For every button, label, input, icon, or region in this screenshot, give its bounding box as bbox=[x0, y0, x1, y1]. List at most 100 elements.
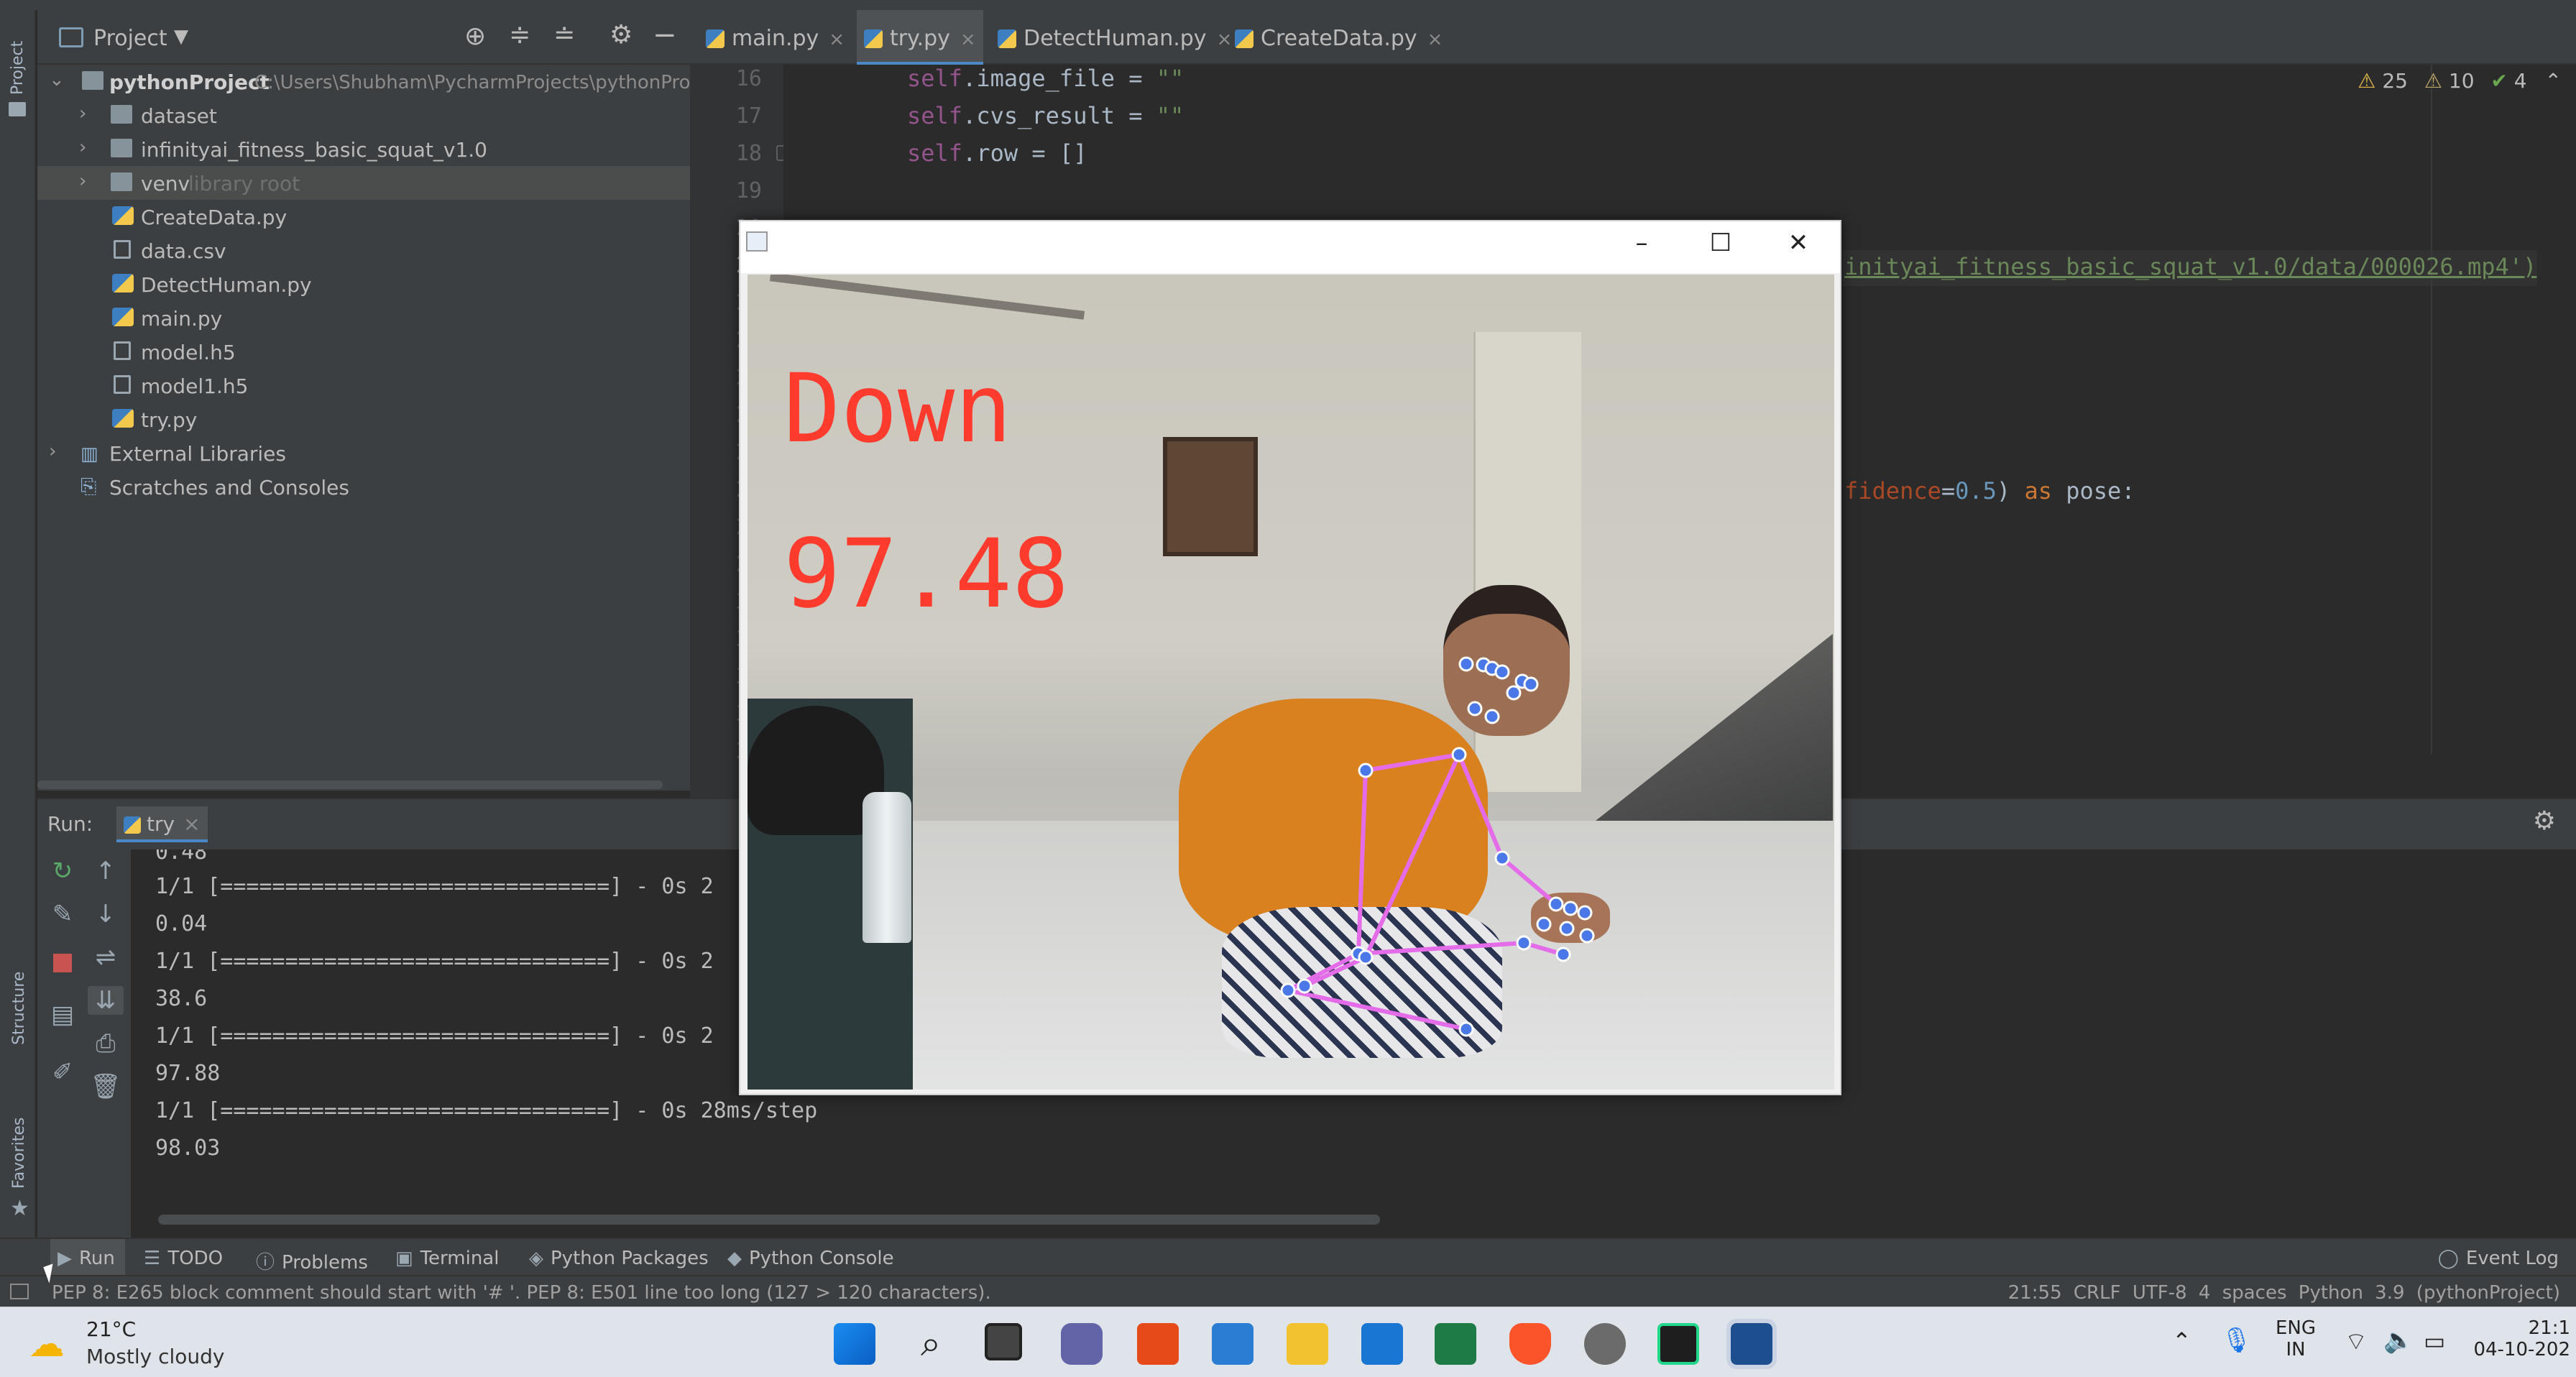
control-panel-icon[interactable] bbox=[1212, 1323, 1254, 1365]
chevron-down-icon[interactable]: ⌄ bbox=[49, 69, 65, 91]
close-icon[interactable]: × bbox=[1217, 29, 1233, 50]
tab-main-py[interactable]: main.py × bbox=[706, 10, 845, 65]
chevron-up-icon[interactable]: ⌃ bbox=[2172, 1327, 2191, 1355]
chevron-right-icon[interactable]: › bbox=[79, 137, 86, 158]
microphone-icon[interactable]: 🎙 bbox=[2221, 1326, 2252, 1355]
tool-tab-run[interactable]: ▶ Run bbox=[50, 1239, 125, 1276]
close-icon[interactable]: × bbox=[1427, 29, 1443, 50]
tool-tab-python-console[interactable]: ◆ Python Console bbox=[727, 1239, 894, 1276]
console-horizontal-scrollbar[interactable] bbox=[158, 1215, 1380, 1225]
collapse-all-icon[interactable]: ≐ bbox=[553, 20, 575, 50]
tree-item-external-libraries[interactable]: › ▥ External Libraries bbox=[37, 436, 690, 470]
project-tool-tab[interactable]: Project bbox=[9, 41, 27, 95]
run-tab-try[interactable]: try × bbox=[116, 806, 208, 842]
scroll-to-end-icon[interactable]: ⇊ bbox=[88, 986, 124, 1015]
chevron-down-icon[interactable]: ▼ bbox=[174, 26, 188, 47]
tool-tab-python-packages[interactable]: ◈ Python Packages bbox=[529, 1239, 709, 1276]
weather-temperature[interactable]: 21°C bbox=[86, 1317, 136, 1341]
tree-item-scratches[interactable]: ⎘ Scratches and Consoles bbox=[37, 470, 690, 504]
chevron-right-icon[interactable]: › bbox=[79, 170, 86, 192]
close-icon[interactable]: × bbox=[183, 812, 200, 836]
tree-item-data-csv[interactable]: data.csv bbox=[37, 234, 690, 267]
wifi-icon[interactable]: ⌔ bbox=[2345, 1326, 2368, 1357]
start-button[interactable] bbox=[834, 1323, 875, 1365]
layout-icon[interactable]: ▤ bbox=[45, 1000, 80, 1029]
file-explorer-icon[interactable] bbox=[1287, 1323, 1328, 1365]
pin-icon[interactable]: ✐ bbox=[45, 1058, 80, 1087]
tree-item-venv[interactable]: › venv library root bbox=[37, 166, 690, 200]
volume-icon[interactable]: 🔈 bbox=[2383, 1326, 2414, 1355]
expand-all-icon[interactable]: ≑ bbox=[509, 20, 530, 50]
locate-icon[interactable]: ⊕ bbox=[464, 22, 486, 51]
pycharm-icon[interactable] bbox=[1657, 1323, 1699, 1365]
inspection-widget[interactable]: ⚠ 25 ⚠ 10 ✔ 4 ⌃ bbox=[2358, 69, 2562, 93]
python-app-icon[interactable] bbox=[1726, 1319, 1777, 1369]
wrench-icon[interactable]: ✎ bbox=[45, 900, 80, 929]
line-separator[interactable]: CRLF bbox=[2074, 1282, 2121, 1304]
opencv-window[interactable]: – ☐ ✕ Down 97.48 bbox=[739, 220, 1841, 1095]
status-message[interactable]: PEP 8: E265 block comment should start w… bbox=[52, 1282, 991, 1304]
tree-item-model1[interactable]: model1.h5 bbox=[37, 369, 690, 402]
caret-position[interactable]: 21:55 bbox=[2008, 1282, 2062, 1304]
search-icon[interactable]: ⌕ bbox=[910, 1323, 952, 1365]
skeleton-bone bbox=[1501, 856, 1558, 906]
python-interpreter[interactable]: Python 3.9 (pythonProject) bbox=[2299, 1282, 2560, 1304]
opencv-titlebar[interactable]: – ☐ ✕ bbox=[740, 221, 1840, 273]
project-panel-title[interactable]: Project bbox=[93, 26, 167, 51]
tree-item-main[interactable]: main.py bbox=[37, 301, 690, 335]
tree-item-try[interactable]: try.py bbox=[37, 402, 690, 436]
arrow-down-icon[interactable]: ↓ bbox=[88, 900, 124, 929]
teams-chat-icon[interactable] bbox=[1061, 1323, 1103, 1365]
arrow-up-icon[interactable]: ↑ bbox=[88, 857, 124, 885]
gear-icon[interactable]: ⚙ bbox=[2533, 806, 2556, 836]
minimize-button[interactable]: – bbox=[1620, 229, 1663, 266]
chevron-right-icon[interactable]: › bbox=[49, 441, 56, 462]
brave-browser-icon[interactable] bbox=[1509, 1323, 1551, 1365]
close-icon[interactable]: × bbox=[960, 29, 976, 50]
trash-icon[interactable]: 🗑 bbox=[88, 1072, 124, 1101]
structure-tool-tab[interactable]: Structure bbox=[10, 972, 28, 1045]
hide-panel-icon[interactable]: − bbox=[653, 19, 677, 52]
tab-try-py[interactable]: try.py × bbox=[857, 10, 983, 65]
tool-tab-todo[interactable]: ☰ TODO bbox=[144, 1239, 223, 1276]
stop-icon[interactable] bbox=[45, 950, 80, 979]
favorites-star-icon[interactable]: ★ bbox=[10, 1196, 29, 1221]
tree-item-createdata[interactable]: CreateData.py bbox=[37, 200, 690, 234]
print-icon[interactable]: ⎙ bbox=[88, 1029, 124, 1058]
tool-tab-problems[interactable]: ⓘ Problems bbox=[256, 1239, 368, 1276]
project-tool-icon[interactable] bbox=[9, 102, 26, 116]
tab-createdata-py[interactable]: CreateData.py × bbox=[1235, 10, 1443, 65]
rerun-icon[interactable]: ↻ bbox=[45, 857, 80, 885]
settings-gear-icon[interactable] bbox=[1584, 1323, 1626, 1365]
tab-detecthuman-py[interactable]: DetectHuman.py × bbox=[998, 10, 1232, 65]
task-view-icon[interactable] bbox=[985, 1323, 1022, 1360]
maximize-button[interactable]: ☐ bbox=[1699, 229, 1742, 266]
indent-setting[interactable]: 4 spaces bbox=[2199, 1282, 2287, 1304]
soft-wrap-icon[interactable]: ⇌ bbox=[88, 943, 124, 972]
office-icon[interactable] bbox=[1137, 1323, 1179, 1365]
weather-icon[interactable]: ☁ bbox=[29, 1323, 65, 1365]
tool-tab-terminal[interactable]: ▣ Terminal bbox=[395, 1239, 499, 1276]
file-encoding[interactable]: UTF-8 bbox=[2133, 1282, 2187, 1304]
pose-landmark bbox=[1523, 676, 1539, 692]
close-icon[interactable]: × bbox=[829, 29, 845, 50]
tree-item-detecthuman[interactable]: DetectHuman.py bbox=[37, 267, 690, 301]
clock[interactable]: 21:1 04-10-202 bbox=[2473, 1317, 2570, 1360]
event-log-button[interactable]: ◯ Event Log bbox=[2438, 1239, 2559, 1276]
chevron-right-icon[interactable]: › bbox=[79, 103, 86, 124]
tree-item-infinityai[interactable]: › infinityai_fitness_basic_squat_v1.0 bbox=[37, 132, 690, 166]
close-button[interactable]: ✕ bbox=[1777, 229, 1820, 266]
battery-icon[interactable]: ▭ bbox=[2424, 1327, 2445, 1355]
excel-icon[interactable] bbox=[1435, 1323, 1476, 1365]
toggle-tool-windows-icon[interactable] bbox=[10, 1284, 29, 1299]
tree-item-model[interactable]: model.h5 bbox=[37, 335, 690, 369]
tree-item-dataset[interactable]: › dataset bbox=[37, 98, 690, 132]
tree-item-pythonproject[interactable]: ⌄ pythonProject C:\Users\Shubham\Pycharm… bbox=[37, 65, 707, 98]
mail-icon[interactable] bbox=[1361, 1323, 1403, 1365]
gear-icon[interactable]: ⚙ bbox=[610, 20, 632, 50]
weather-condition[interactable]: Mostly cloudy bbox=[86, 1345, 225, 1368]
tree-horizontal-scrollbar[interactable] bbox=[37, 780, 663, 789]
chevron-up-icon[interactable]: ⌃ bbox=[2545, 69, 2562, 93]
favorites-tool-tab[interactable]: Favorites bbox=[10, 1118, 28, 1189]
language-indicator[interactable]: ENG IN bbox=[2276, 1317, 2316, 1360]
